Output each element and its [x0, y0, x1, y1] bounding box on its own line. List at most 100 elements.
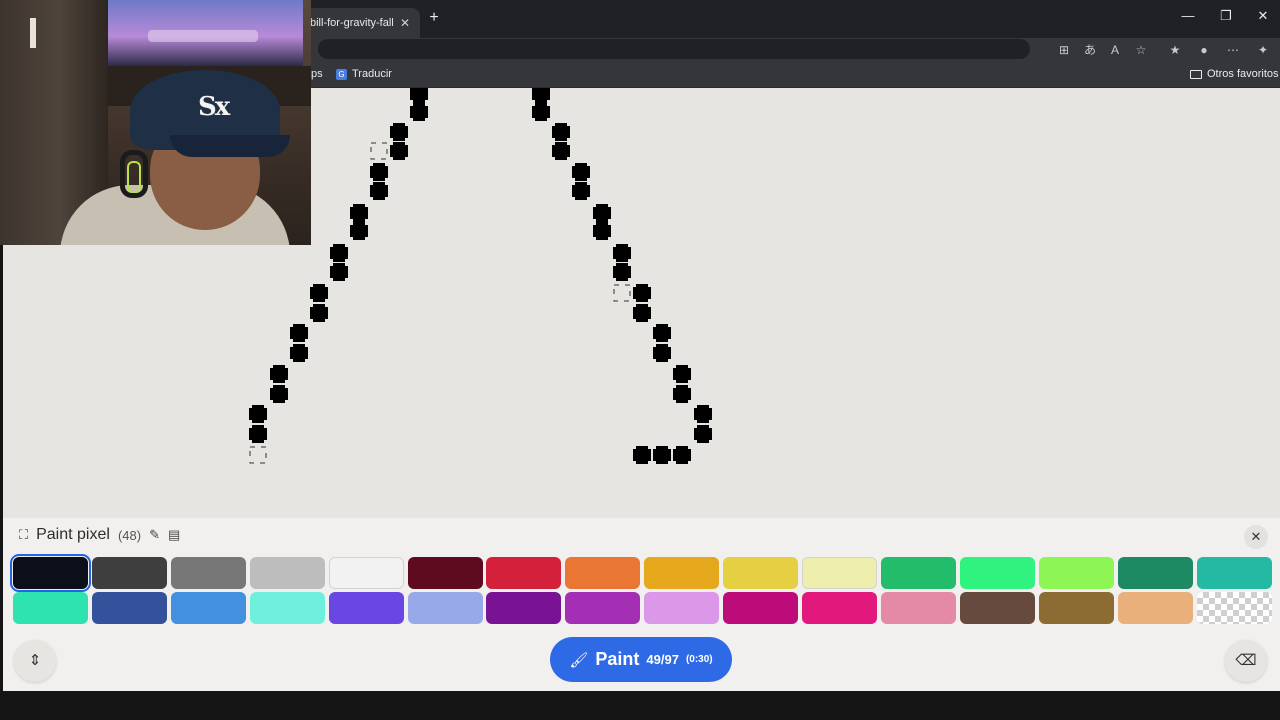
painted-pixel: [390, 142, 408, 160]
copilot-icon[interactable]: ✦: [1254, 41, 1272, 59]
color-swatch[interactable]: [13, 592, 88, 624]
color-swatch[interactable]: [486, 557, 562, 589]
color-swatch[interactable]: [1196, 592, 1272, 624]
color-swatch[interactable]: [1196, 557, 1272, 589]
paint-button[interactable]: 🖌 Paint 49/97 (0:30): [550, 637, 732, 682]
painted-pixel: [330, 263, 348, 281]
painted-pixel: [390, 123, 408, 141]
webcam-overlay: Sx: [0, 0, 311, 245]
painted-pixel: [673, 446, 691, 464]
painted-pixel: [572, 182, 590, 200]
close-window-icon[interactable]: ✕: [1253, 8, 1273, 24]
pixel-count: (48): [117, 527, 142, 543]
profile-avatar-icon[interactable]: ●: [1195, 41, 1213, 59]
painted-pixel: [633, 446, 651, 464]
painted-pixel: [350, 222, 368, 240]
bookmark-apps[interactable]: ps: [311, 68, 323, 80]
eraser-button[interactable]: ⌫: [1225, 640, 1267, 682]
painted-pixel: [653, 344, 671, 362]
painted-pixel: [290, 344, 308, 362]
browser-tab[interactable]: bill-for-gravity-falls ✕: [300, 8, 420, 38]
other-favorites-label: Otros favoritos: [1207, 68, 1279, 80]
folder-icon: [1190, 69, 1202, 79]
color-swatch[interactable]: [249, 557, 325, 589]
google-translate-icon: G: [336, 68, 347, 80]
color-swatch[interactable]: [880, 557, 956, 589]
color-swatch[interactable]: [723, 557, 799, 589]
color-swatch[interactable]: [170, 557, 246, 589]
color-swatch[interactable]: [880, 592, 956, 624]
painted-pixel: [249, 425, 267, 443]
close-panel-button[interactable]: ✕: [1244, 525, 1268, 549]
palette-icon[interactable]: ▤: [168, 527, 180, 543]
favorites-icon[interactable]: ★: [1166, 41, 1184, 59]
minimize-icon[interactable]: —: [1178, 8, 1198, 23]
color-swatch[interactable]: [407, 592, 483, 624]
close-tab-icon[interactable]: ✕: [400, 16, 410, 30]
eyedropper-icon[interactable]: ✎: [149, 527, 160, 543]
pending-pixel[interactable]: [249, 446, 267, 464]
brush-icon: 🖌: [569, 651, 589, 669]
color-swatch[interactable]: [1038, 557, 1114, 589]
color-swatch[interactable]: [1117, 557, 1193, 589]
expand-icon[interactable]: ⛶: [19, 527, 28, 543]
bookmark-other-favorites[interactable]: Otros favoritos: [1190, 68, 1279, 80]
color-swatch[interactable]: [802, 557, 877, 589]
color-swatch[interactable]: [644, 557, 720, 589]
painted-pixel: [532, 88, 550, 103]
pending-pixel[interactable]: [613, 284, 631, 302]
color-swatch[interactable]: [328, 557, 404, 589]
painted-pixel: [653, 324, 671, 342]
painted-pixel: [330, 244, 348, 262]
painted-pixel: [633, 304, 651, 322]
address-field[interactable]: [318, 39, 1030, 59]
app-available-icon[interactable]: ⊞: [1055, 41, 1073, 59]
restore-icon[interactable]: ❐: [1216, 8, 1236, 24]
painted-pixel: [310, 284, 328, 302]
painted-pixel: [552, 123, 570, 141]
cap-logo-icon: Sx: [198, 92, 230, 122]
color-swatch[interactable]: [91, 557, 167, 589]
more-menu-icon[interactable]: ⋯: [1224, 41, 1242, 59]
color-swatch[interactable]: [10, 554, 91, 592]
color-swatch[interactable]: [959, 592, 1035, 624]
painted-pixel: [673, 365, 691, 383]
color-swatch[interactable]: [1038, 592, 1114, 624]
color-swatch[interactable]: [565, 557, 641, 589]
new-tab-button[interactable]: +: [424, 8, 444, 28]
color-swatch[interactable]: [486, 592, 562, 624]
color-swatch[interactable]: [1117, 592, 1193, 624]
painted-pixel: [410, 103, 428, 121]
paint-panel: ⛶ Paint pixel (48) ✎ ▤ ✕ ⇕ 🖌 Paint 49/97…: [3, 518, 1280, 691]
screen: bill-for-gravity-falls ✕ + — ❐ ✕ ⊞ あ A ☆…: [0, 0, 1280, 720]
collapse-toggle-button[interactable]: ⇕: [14, 640, 56, 682]
paint-progress: 49/97: [646, 652, 679, 667]
color-swatch[interactable]: [959, 557, 1035, 589]
color-swatch[interactable]: [723, 592, 799, 624]
painted-pixel: [694, 405, 712, 423]
painted-pixel: [673, 385, 691, 403]
tab-title: bill-for-gravity-falls: [310, 17, 394, 29]
paint-timer: (0:30): [685, 654, 713, 665]
read-aloud-icon[interactable]: A: [1106, 41, 1124, 59]
translate-icon[interactable]: あ: [1081, 41, 1099, 59]
pending-pixel[interactable]: [370, 142, 388, 160]
color-swatch[interactable]: [644, 592, 720, 624]
bookmark-label: ps: [311, 68, 323, 80]
color-swatch[interactable]: [407, 557, 483, 589]
color-swatch[interactable]: [328, 592, 404, 624]
painted-pixel: [310, 304, 328, 322]
painted-pixel: [633, 284, 651, 302]
color-swatch[interactable]: [249, 592, 325, 624]
color-swatch[interactable]: [802, 592, 877, 624]
painted-pixel: [653, 446, 671, 464]
bookmark-traducir[interactable]: G Traducir: [336, 68, 392, 80]
favorite-star-icon[interactable]: ☆: [1132, 41, 1150, 59]
painted-pixel: [370, 163, 388, 181]
color-swatch[interactable]: [170, 592, 246, 624]
panel-title: Paint pixel: [36, 526, 110, 543]
color-swatch[interactable]: [91, 592, 167, 624]
painted-pixel: [572, 163, 590, 181]
panel-header: ⛶ Paint pixel (48) ✎ ▤: [19, 526, 180, 544]
color-swatch[interactable]: [565, 592, 641, 624]
